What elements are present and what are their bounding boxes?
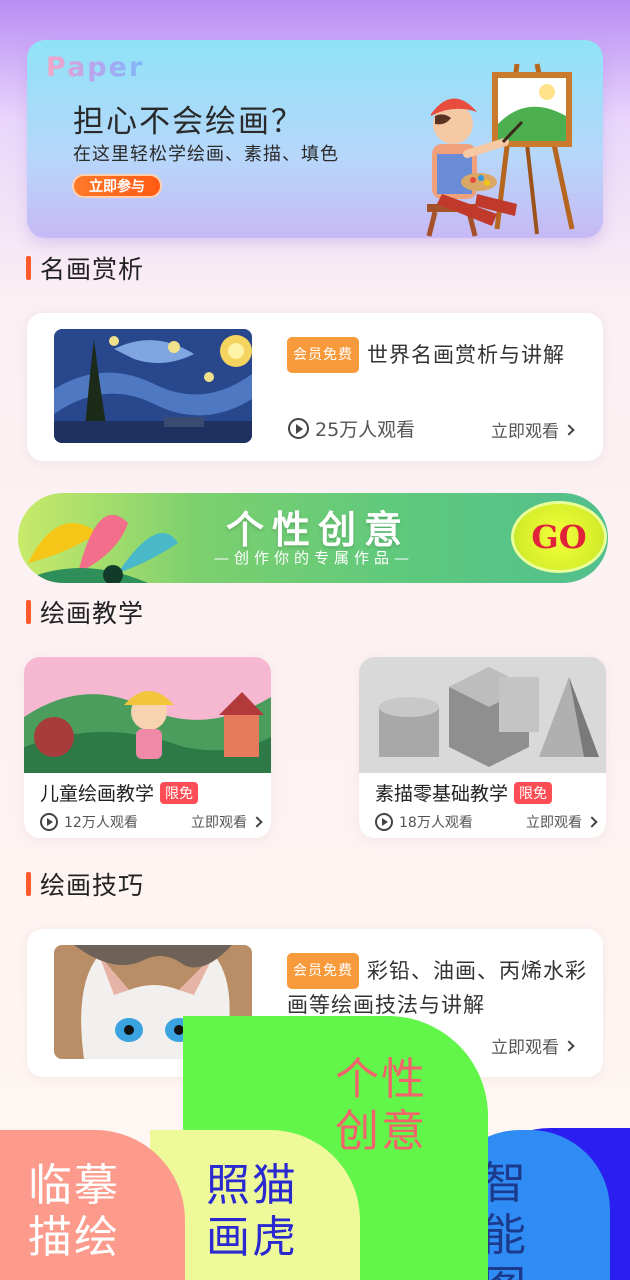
chevron-right-icon bbox=[586, 816, 598, 828]
view-count-text: 18万人观看 bbox=[399, 815, 473, 831]
section-accent-bar bbox=[26, 872, 31, 896]
appreciation-title: 世界名画赏析与讲解 bbox=[367, 343, 565, 367]
member-free-badge: 会员免费 bbox=[287, 337, 359, 373]
bottom-feature-nav: 智能图 个性创意 照猫画虎 临摹描绘 bbox=[0, 1010, 630, 1280]
nav-label-trace: 照猫画虎 bbox=[206, 1160, 298, 1263]
join-now-button[interactable]: 立即参与 bbox=[72, 174, 162, 198]
leaf-decoration bbox=[18, 514, 178, 583]
appreciation-card[interactable]: 会员免费 世界名画赏析与讲解 25万人观看 立即观看 bbox=[27, 313, 603, 461]
view-count: 12万人观看 bbox=[40, 812, 138, 832]
section-accent-bar bbox=[26, 256, 31, 280]
hero-subtitle: 在这里轻松学绘画、素描、填色 bbox=[73, 144, 339, 165]
watch-now-label: 立即观看 bbox=[191, 815, 247, 831]
view-count: 25万人观看 bbox=[288, 415, 415, 442]
watch-now-link[interactable]: 立即观看 bbox=[491, 417, 575, 442]
appreciation-description: 会员免费 世界名画赏析与讲解 bbox=[287, 337, 587, 373]
section-skills-heading: 绘画技巧 bbox=[26, 869, 145, 900]
section-accent-bar bbox=[26, 600, 31, 624]
section-title: 绘画教学 bbox=[40, 599, 145, 628]
teaching-card-title: 儿童绘画教学 bbox=[40, 783, 155, 805]
watch-now-link[interactable]: 立即观看 bbox=[191, 812, 263, 832]
nav-label-smart: 智能图 bbox=[482, 1158, 528, 1280]
view-count: 18万人观看 bbox=[375, 812, 473, 832]
section-title: 绘画技巧 bbox=[40, 871, 145, 900]
teaching-card-sketch[interactable]: 素描零基础教学 限免 18万人观看 立即观看 bbox=[359, 657, 606, 838]
chevron-right-icon bbox=[563, 423, 575, 436]
section-appreciation-heading: 名画赏析 bbox=[26, 253, 145, 284]
nav-label-creative: 个性创意 bbox=[335, 1054, 427, 1157]
starry-night-thumbnail bbox=[54, 329, 252, 443]
view-count-text: 25万人观看 bbox=[315, 419, 416, 441]
go-button[interactable]: GO bbox=[511, 501, 607, 573]
watch-now-label: 立即观看 bbox=[526, 815, 582, 831]
limited-free-badge: 限免 bbox=[514, 781, 553, 804]
creative-subtitle: —创作你的专属作品— bbox=[214, 549, 415, 567]
view-count-text: 12万人观看 bbox=[64, 815, 138, 831]
limited-free-badge: 限免 bbox=[160, 781, 199, 804]
hero-banner[interactable]: Paper 担心不会绘画？ 在这里轻松学绘画、素描、填色 立即参与 bbox=[27, 40, 603, 238]
kids-drawing-thumbnail bbox=[24, 657, 271, 773]
sketch-thumbnail bbox=[359, 657, 606, 773]
watch-now-label: 立即观看 bbox=[491, 422, 559, 442]
creative-banner[interactable]: 个性创意 —创作你的专属作品— GO bbox=[18, 493, 608, 583]
brand-logo: Paper bbox=[46, 52, 145, 83]
teaching-card-kids[interactable]: 儿童绘画教学 限免 12万人观看 立即观看 bbox=[24, 657, 271, 838]
watch-now-link[interactable]: 立即观看 bbox=[526, 812, 598, 832]
member-free-badge: 会员免费 bbox=[287, 953, 359, 989]
painter-illustration bbox=[426, 63, 575, 237]
teaching-card-title: 素描零基础教学 bbox=[375, 783, 509, 805]
play-icon bbox=[40, 813, 58, 831]
chevron-right-icon bbox=[251, 816, 263, 828]
section-title: 名画赏析 bbox=[40, 255, 145, 284]
teaching-card-title-row: 儿童绘画教学 限免 bbox=[40, 779, 199, 806]
creative-title: 个性创意 bbox=[226, 507, 411, 552]
section-teaching-heading: 绘画教学 bbox=[26, 597, 145, 628]
hero-title: 担心不会绘画？ bbox=[73, 104, 304, 140]
play-icon bbox=[288, 418, 309, 439]
nav-label-copy: 临摹描绘 bbox=[28, 1160, 120, 1263]
teaching-card-title-row: 素描零基础教学 限免 bbox=[375, 779, 553, 806]
play-icon bbox=[375, 813, 393, 831]
